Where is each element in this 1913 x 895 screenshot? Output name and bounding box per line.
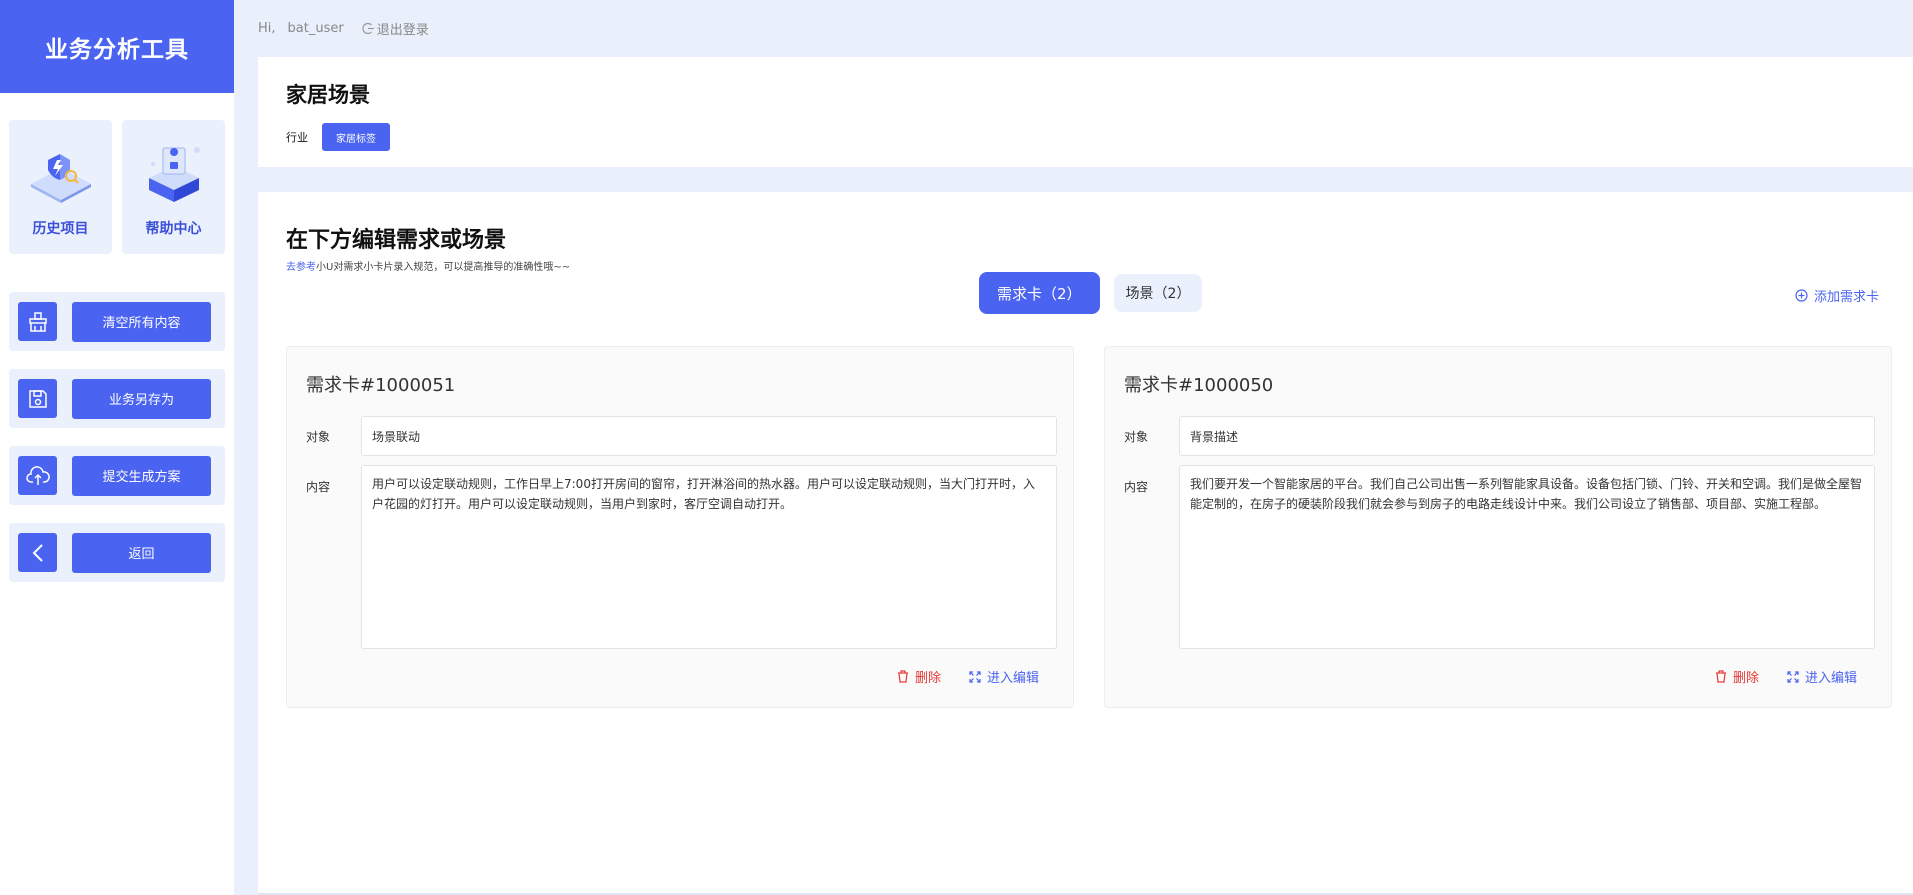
card-actions: 删除 进入编辑 [1715,667,1857,686]
enter-edit-button[interactable]: 进入编辑 [1787,667,1857,686]
card-actions: 删除 进入编辑 [897,667,1039,686]
back-row: 返回 [9,523,225,582]
industry-label: 行业 [286,131,308,144]
submit-plan-row: 提交生成方案 [9,446,225,505]
object-label: 对象 [1124,430,1149,444]
expand-icon [1787,670,1799,683]
clear-all-row: 清空所有内容 [9,292,225,351]
tab-scenes[interactable]: 场景（2） [1113,274,1203,312]
submit-plan-button[interactable]: 提交生成方案 [72,455,211,496]
enter-edit-button[interactable]: 进入编辑 [969,667,1039,686]
history-shield-icon [30,154,91,203]
logout-link[interactable]: 退出登录 [362,19,429,38]
app-title: 业务分析工具 [0,0,234,93]
add-requirement-card-label: 添加需求卡 [1813,290,1879,305]
sidebar-actions: 清空所有内容 业务另存为 提交生成方案 返回 [0,254,234,582]
history-projects-tile[interactable]: 历史项目 [9,120,112,254]
editor-panel: 在下方编辑需求或场景 去参考小U对需求小卡片录入规范，可以提高推导的准确性哦~~… [258,192,1913,895]
help-center-tile[interactable]: 帮助中心 [122,120,225,254]
delete-button[interactable]: 删除 [897,667,941,686]
sidebar-tiles: 历史项目 帮助中心 [0,93,234,254]
delete-label: 删除 [914,671,941,686]
content-field[interactable]: 用户可以设定联动规则，工作日早上7:00打开房间的窗帘，打开淋浴间的热水器。用户… [361,465,1057,649]
chevron-left-icon[interactable] [18,533,57,572]
requirement-card: 需求卡#1000051 对象 内容 用户可以设定联动规则，工作日早上7:00打开… [286,346,1074,708]
industry-tag[interactable]: 家居标签 [322,123,390,151]
help-box-icon [148,147,200,202]
username: bat_user [287,21,344,36]
object-field[interactable] [1179,416,1875,456]
save-as-row: 业务另存为 [9,369,225,428]
plus-circle-icon [1795,289,1808,302]
add-requirement-card-button[interactable]: 添加需求卡 [1795,286,1879,305]
content-label: 内容 [1124,480,1149,494]
card-title: 需求卡#1000051 [306,375,456,396]
tab-requirement-cards[interactable]: 需求卡（2） [979,272,1100,314]
scene-header: 家居场景 行业 家居标签 [258,57,1913,167]
expand-icon [969,670,981,683]
card-type-tabs: 需求卡（2） 场景（2） [979,272,1203,314]
requirement-card: 需求卡#1000050 对象 内容 我们要开发一个智能家居的平台。我们自己公司出… [1104,346,1892,708]
broom-icon[interactable] [18,302,57,341]
trash-icon [1715,670,1726,683]
sidebar: 业务分析工具 历史项目 帮助中心 清空所有内容 业务另存为 提交生成方案 返回 [0,0,234,895]
history-projects-label: 历史项目 [32,221,89,237]
page-title: 家居场景 [286,83,370,107]
upload-cloud-icon[interactable] [18,456,57,495]
user-bar: Hi, bat_user 退出登录 [258,19,429,38]
logout-label: 退出登录 [376,23,429,38]
save-as-button[interactable]: 业务另存为 [72,378,211,419]
editor-title: 在下方编辑需求或场景 [286,228,507,253]
reference-link[interactable]: 去参考 [286,262,316,273]
object-label: 对象 [306,430,331,444]
greeting-text: Hi, [258,21,276,36]
reference-hint-text: 小U对需求小卡片录入规范，可以提高推导的准确性哦~~ [316,262,571,273]
help-center-label: 帮助中心 [145,221,202,237]
object-field[interactable] [361,416,1057,456]
content-field[interactable]: 我们要开发一个智能家居的平台。我们自己公司出售一系列智能家具设备。设备包括门锁、… [1179,465,1875,649]
logout-icon [362,22,374,35]
reference-hint: 去参考小U对需求小卡片录入规范，可以提高推导的准确性哦~~ [286,258,570,273]
clear-all-button[interactable]: 清空所有内容 [72,301,211,342]
trash-icon [897,670,908,683]
content-label: 内容 [306,480,331,494]
save-icon[interactable] [18,379,57,418]
industry-row: 行业 家居标签 [286,123,1885,151]
card-title: 需求卡#1000050 [1124,375,1274,396]
delete-label: 删除 [1732,671,1759,686]
enter-edit-label: 进入编辑 [986,671,1039,686]
enter-edit-label: 进入编辑 [1804,671,1857,686]
back-button[interactable]: 返回 [72,532,211,573]
delete-button[interactable]: 删除 [1715,667,1759,686]
